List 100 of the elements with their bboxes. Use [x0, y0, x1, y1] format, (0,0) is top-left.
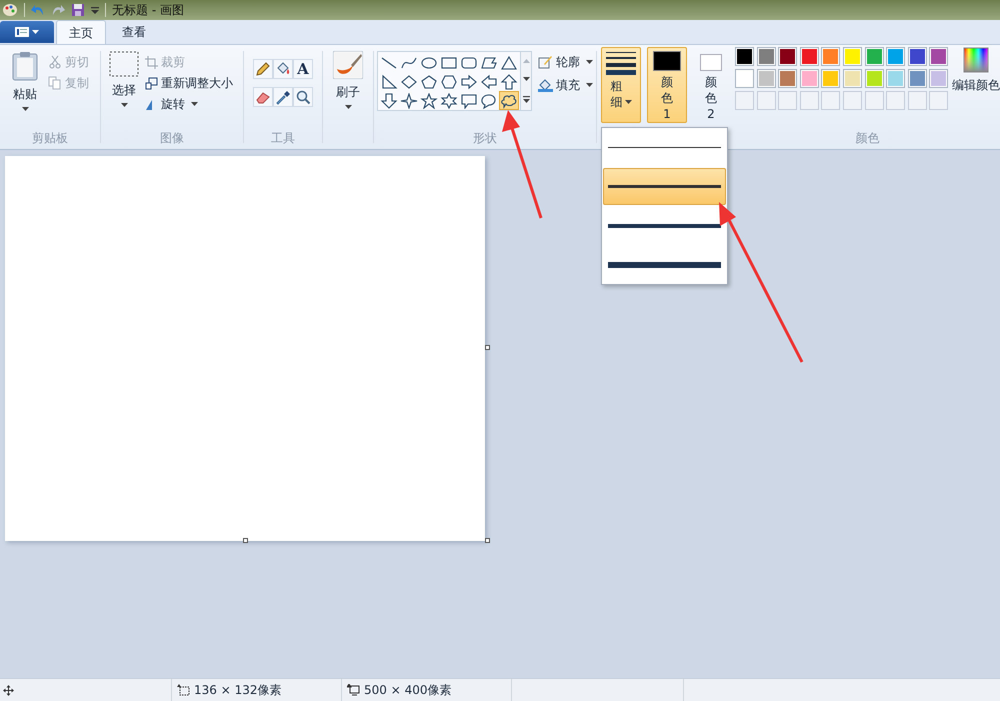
tool-button[interactable]	[273, 59, 293, 79]
image-size: 500 × 400像素	[364, 682, 452, 699]
rotate-button[interactable]: 旋转	[145, 95, 233, 113]
empty-swatch[interactable]	[843, 91, 862, 110]
move-cursor-icon	[3, 684, 14, 696]
caret-icon	[22, 107, 28, 111]
empty-swatch[interactable]	[908, 91, 927, 110]
palette-swatch[interactable]	[886, 69, 906, 88]
brush-button[interactable]: 刷子	[333, 45, 363, 109]
expand-icon[interactable]	[522, 96, 530, 103]
palette-swatch[interactable]	[929, 47, 948, 66]
group-label: 图像	[159, 132, 185, 147]
scissors-icon	[48, 55, 62, 69]
dropdown-icon[interactable]	[91, 6, 99, 14]
brush-icon	[333, 51, 363, 79]
shape-button[interactable]	[459, 72, 479, 91]
group-label: 形状	[473, 132, 497, 147]
group-label: 工具	[271, 132, 295, 147]
tool-button[interactable]	[293, 87, 313, 107]
caret-icon	[191, 102, 198, 106]
fill-button[interactable]: 填充	[538, 76, 593, 94]
color-2-button[interactable]: 颜色 2	[693, 47, 729, 123]
line-widths-icon	[606, 51, 636, 75]
app-menu-button[interactable]	[0, 21, 54, 43]
palette-swatch[interactable]	[800, 47, 819, 66]
empty-swatch[interactable]	[800, 91, 819, 110]
palette-swatch[interactable]	[778, 69, 798, 88]
palette-swatch[interactable]	[864, 69, 884, 88]
selection-size-icon	[177, 684, 190, 696]
empty-swatch[interactable]	[864, 91, 884, 110]
empty-swatch[interactable]	[735, 91, 754, 110]
outline-button[interactable]: 轮廓	[538, 53, 593, 71]
caret-icon	[586, 60, 593, 64]
shape-button[interactable]	[439, 91, 459, 110]
copy-icon	[48, 76, 62, 90]
gallery-scrollbar[interactable]	[521, 51, 532, 111]
magnifier-icon	[295, 89, 311, 105]
color-picker-icon	[275, 89, 291, 105]
palette-swatch[interactable]	[756, 69, 776, 88]
paint-app-icon	[2, 3, 18, 17]
caret-icon	[344, 105, 352, 109]
group-label: 颜色	[856, 132, 880, 147]
ribbon-tab[interactable]: 查看	[108, 20, 160, 44]
tool-button[interactable]	[253, 59, 273, 79]
resize-icon	[145, 76, 158, 90]
resize-handle[interactable]	[485, 538, 490, 543]
selection-icon	[109, 51, 139, 77]
palette-swatch[interactable]	[800, 69, 819, 88]
tool-button[interactable]	[253, 87, 273, 107]
menu-icon	[15, 27, 29, 37]
resize-handle[interactable]	[485, 345, 490, 350]
text-tool-button[interactable]: A	[293, 59, 313, 79]
color-1-button[interactable]: 颜色 1	[647, 47, 687, 123]
tool-button[interactable]	[273, 87, 293, 107]
line-width-option[interactable]	[603, 168, 726, 205]
caret-icon	[624, 100, 632, 104]
shape-button[interactable]	[379, 91, 399, 110]
save-icon[interactable]	[71, 3, 85, 17]
caret-icon	[120, 103, 128, 107]
palette-swatch[interactable]	[908, 69, 927, 88]
ribbon-tab[interactable]: 主页	[56, 20, 106, 44]
palette-swatch[interactable]	[929, 69, 948, 88]
shape-button[interactable]	[499, 91, 519, 110]
palette-swatch[interactable]	[864, 47, 884, 66]
select-button[interactable]: 选择	[109, 51, 139, 132]
pencil-outline-icon	[538, 55, 553, 69]
empty-swatch[interactable]	[778, 91, 798, 110]
palette-swatch[interactable]	[821, 47, 840, 66]
palette-swatch[interactable]	[886, 47, 906, 66]
palette-swatch[interactable]	[735, 69, 754, 88]
empty-swatch[interactable]	[821, 91, 840, 110]
palette-swatch[interactable]	[843, 47, 862, 66]
empty-swatch[interactable]	[756, 91, 776, 110]
paint-bucket-icon	[538, 78, 553, 92]
palette-swatch[interactable]	[908, 47, 927, 66]
paste-button[interactable]: 粘贴	[8, 51, 42, 132]
edit-colors-button[interactable]: 编辑颜色	[952, 47, 1000, 132]
empty-swatch[interactable]	[929, 91, 948, 110]
palette-swatch[interactable]	[843, 69, 862, 88]
pencil-icon	[255, 61, 271, 77]
resize-button[interactable]: 重新调整大小	[145, 74, 233, 92]
empty-swatch[interactable]	[886, 91, 906, 110]
resize-handle[interactable]	[243, 538, 248, 543]
size-button[interactable]: 粗细	[601, 47, 641, 123]
paint-bucket-icon	[275, 61, 291, 77]
palette-swatch[interactable]	[778, 47, 798, 66]
palette-swatch[interactable]	[756, 47, 776, 66]
scroll-down-icon[interactable]	[522, 77, 530, 82]
window-title: 无标题 - 画图	[112, 2, 184, 19]
shape-button[interactable]	[479, 72, 499, 91]
shape-button[interactable]	[499, 72, 519, 91]
shape-button[interactable]	[399, 91, 419, 110]
shape-button[interactable]	[419, 91, 439, 110]
spectrum-icon	[963, 47, 989, 73]
palette-swatch[interactable]	[821, 69, 840, 88]
selection-size: 136 × 132像素	[194, 682, 282, 699]
crop-icon	[145, 56, 158, 68]
palette-swatch[interactable]	[735, 47, 754, 66]
image-size-icon	[347, 684, 360, 696]
clipboard-icon	[12, 51, 38, 81]
